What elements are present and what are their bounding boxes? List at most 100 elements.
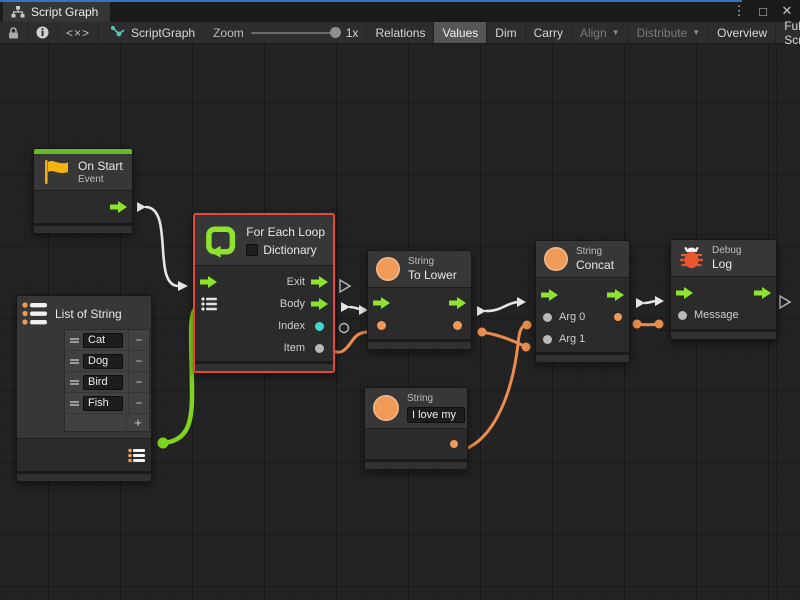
wire-body-tolower[interactable] xyxy=(350,307,360,309)
port-label-index: Index xyxy=(278,320,305,332)
string-value-input[interactable] xyxy=(407,407,465,423)
wire-endpoint-dot xyxy=(523,321,532,330)
add-item-button[interactable]: + xyxy=(126,414,149,431)
flow-output-port[interactable] xyxy=(754,287,771,299)
tab-script-graph[interactable]: Script Graph xyxy=(3,2,110,22)
list-icon xyxy=(201,297,217,311)
chevron-down-icon: ▼ xyxy=(692,28,700,37)
drag-handle-icon[interactable] xyxy=(70,359,79,364)
full-screen-button[interactable]: Full Screen xyxy=(776,22,800,43)
flow-output-port[interactable] xyxy=(110,201,127,213)
overview-button[interactable]: Overview xyxy=(709,22,776,43)
zoom-value: 1x xyxy=(346,26,359,40)
node-string-literal[interactable]: String xyxy=(364,387,468,470)
string-input-port[interactable] xyxy=(373,321,390,330)
drag-handle-icon[interactable] xyxy=(70,380,79,385)
checkbox-label: Dictionary xyxy=(263,243,316,257)
node-subtitle: String xyxy=(407,393,465,404)
distribute-dropdown[interactable]: Distribute▼ xyxy=(629,22,710,43)
flow-input-port[interactable] xyxy=(676,287,693,299)
chevron-down-icon: ▼ xyxy=(612,28,620,37)
dictionary-checkbox[interactable] xyxy=(246,244,258,256)
dim-button[interactable]: Dim xyxy=(487,22,525,43)
graph-toolbar: <×> ScriptGraph Zoom 1x Relations Values… xyxy=(0,22,800,44)
node-title: Concat xyxy=(576,258,614,272)
hierarchy-icon xyxy=(11,6,25,18)
list-output-port[interactable] xyxy=(126,448,146,463)
wire-list-foreach[interactable] xyxy=(163,307,197,443)
flag-icon xyxy=(42,159,70,185)
wire-concat-message[interactable] xyxy=(637,324,658,325)
graph-name: ScriptGraph xyxy=(131,26,195,40)
wire-onstart-foreach[interactable] xyxy=(146,207,178,286)
wire-endpoint-dot xyxy=(522,343,531,352)
list-item-input[interactable] xyxy=(83,333,123,348)
port-label-arg1: Arg 1 xyxy=(559,333,585,345)
loop-icon xyxy=(203,223,238,259)
index-output-port[interactable] xyxy=(311,322,328,331)
carry-button[interactable]: Carry xyxy=(526,22,572,43)
list-input-port[interactable] xyxy=(200,297,217,311)
list-item-input[interactable] xyxy=(83,375,123,390)
string-type-icon xyxy=(376,257,400,281)
flow-input-port[interactable] xyxy=(200,276,217,288)
wire-tolower-concat[interactable] xyxy=(486,302,518,311)
port-label-arg0: Arg 0 xyxy=(559,311,585,323)
node-title: List of String xyxy=(55,307,122,321)
lock-button[interactable] xyxy=(0,22,28,43)
arg1-input-port[interactable] xyxy=(541,335,553,344)
unconnected-flow-indicator xyxy=(340,280,350,292)
string-output-port[interactable] xyxy=(449,321,466,330)
node-list-of-string[interactable]: List of String − − xyxy=(16,295,152,482)
node-for-each-loop[interactable]: For Each Loop Dictionary Exit xyxy=(193,213,335,373)
wire-tolower-arg1[interactable] xyxy=(482,332,524,346)
string-output-port[interactable] xyxy=(612,313,624,321)
node-concat[interactable]: String Concat Arg 0 xyxy=(535,240,630,363)
zoom-slider-handle[interactable] xyxy=(330,27,341,38)
maximize-icon[interactable]: □ xyxy=(756,4,770,19)
list-item-input[interactable] xyxy=(83,354,123,369)
close-icon[interactable]: ✕ xyxy=(780,3,794,19)
node-title: On Start xyxy=(78,159,123,173)
remove-item-button[interactable]: − xyxy=(128,330,149,351)
arg0-input-port[interactable] xyxy=(541,313,553,322)
exit-flow-output-port[interactable] xyxy=(311,276,328,288)
relations-button[interactable]: Relations xyxy=(367,22,434,43)
list-item-input[interactable] xyxy=(83,396,123,411)
flow-output-port[interactable] xyxy=(449,297,466,309)
code-view-button[interactable]: <×> xyxy=(58,22,99,43)
wire-end-arrow xyxy=(655,296,664,306)
node-on-start[interactable]: On Start Event xyxy=(33,148,133,234)
node-title: For Each Loop xyxy=(246,225,325,239)
body-flow-output-port[interactable] xyxy=(311,298,328,310)
flow-output-port[interactable] xyxy=(607,289,624,301)
list-item-row: − xyxy=(65,393,149,414)
window-menu-icon[interactable]: ⋮ xyxy=(732,3,746,19)
node-subtitle: String xyxy=(576,246,614,257)
node-to-lower[interactable]: String To Lower xyxy=(367,250,472,350)
wire-end-arrow xyxy=(517,297,526,307)
values-button[interactable]: Values xyxy=(434,22,487,43)
list-icon xyxy=(128,448,145,463)
drag-handle-icon[interactable] xyxy=(70,338,79,343)
graph-name-breadcrumb[interactable]: ScriptGraph xyxy=(99,22,205,43)
port-label-item: Item xyxy=(284,342,305,354)
node-debug-log[interactable]: Debug Log Message xyxy=(670,239,777,340)
wire-endpoint-dot xyxy=(655,320,664,329)
info-icon xyxy=(36,26,49,39)
string-output-port[interactable] xyxy=(445,440,462,448)
remove-item-button[interactable]: − xyxy=(128,372,149,393)
flow-input-port[interactable] xyxy=(373,297,390,309)
message-input-port[interactable] xyxy=(676,311,688,320)
remove-item-button[interactable]: − xyxy=(128,351,149,372)
graph-canvas[interactable]: On Start Event xyxy=(0,44,800,600)
unconnected-flow-indicator xyxy=(780,296,790,308)
flow-input-port[interactable] xyxy=(541,289,558,301)
drag-handle-icon[interactable] xyxy=(70,401,79,406)
zoom-slider[interactable] xyxy=(251,32,339,34)
remove-item-button[interactable]: − xyxy=(128,393,149,414)
align-dropdown[interactable]: Align▼ xyxy=(572,22,629,43)
wire-concat-log[interactable] xyxy=(645,301,656,303)
info-button[interactable] xyxy=(28,22,58,43)
item-output-port[interactable] xyxy=(311,344,328,353)
